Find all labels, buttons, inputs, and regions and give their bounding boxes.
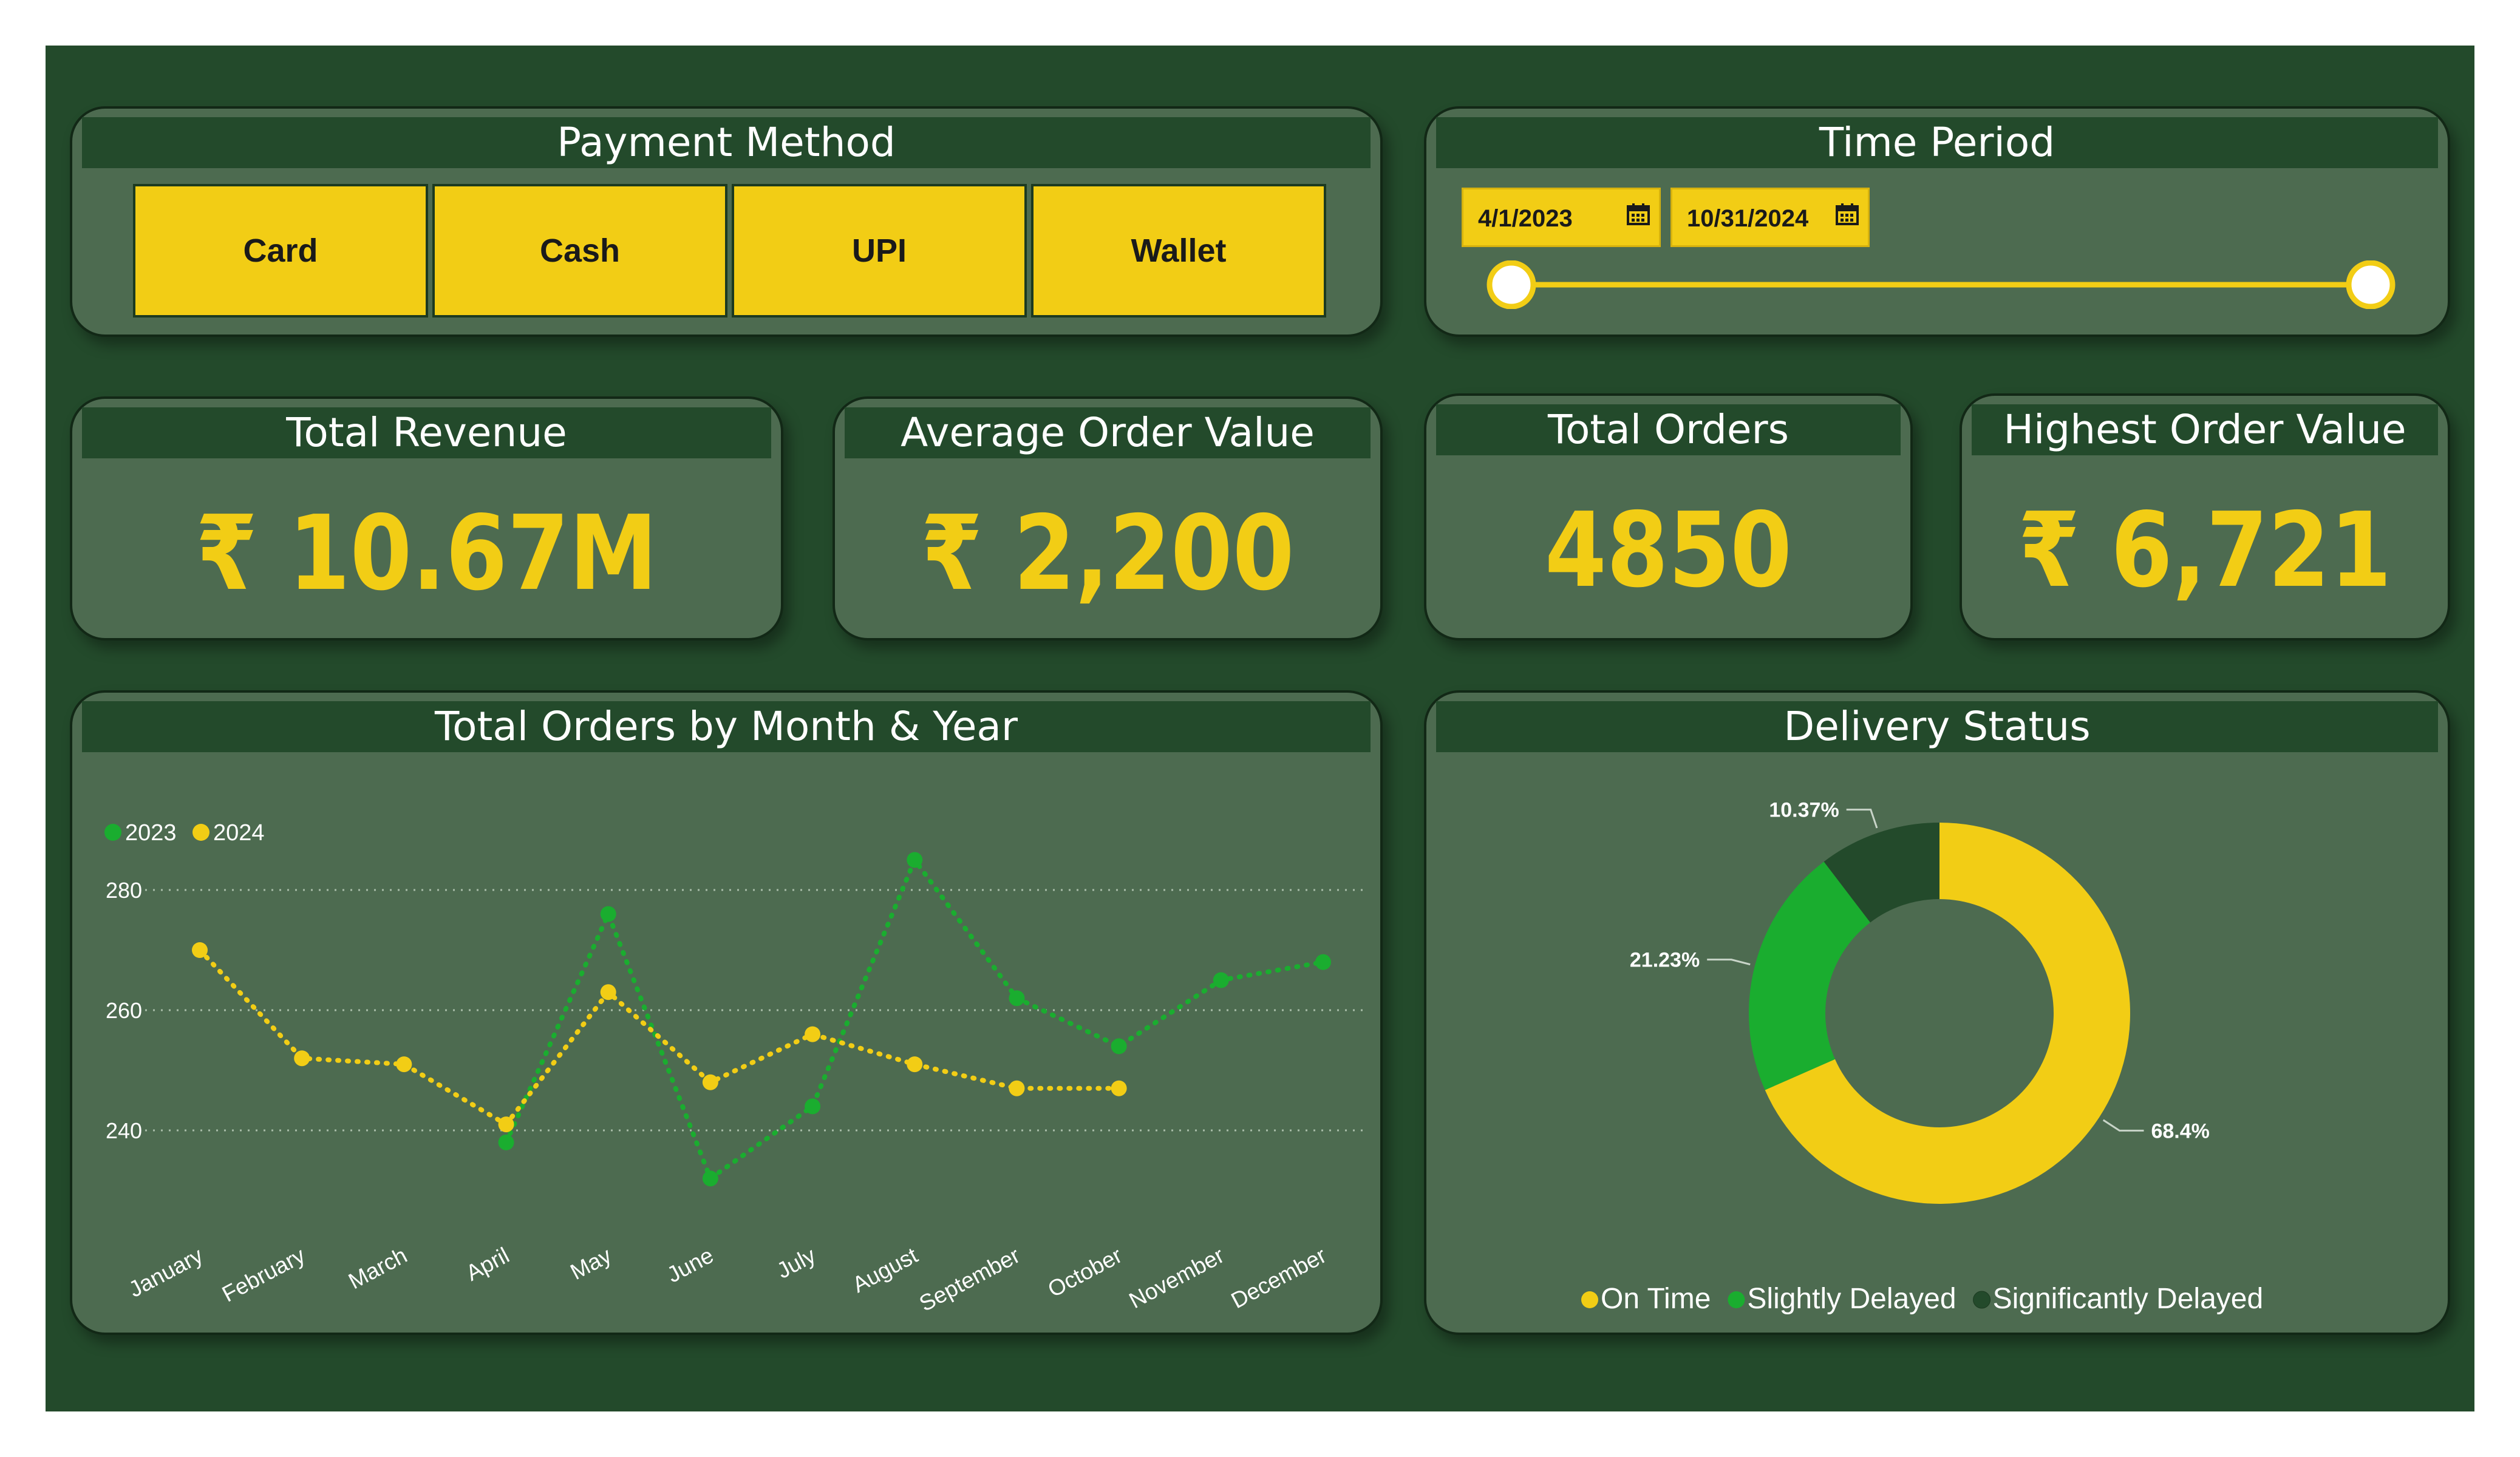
data-point[interactable]	[1213, 972, 1229, 988]
legend-item-2023[interactable]: 2023	[104, 820, 177, 846]
donut-chart: 68.4% 21.23% 10.37% On Time Slightly Delayed…	[1581, 799, 2263, 1315]
legend-item-2024[interactable]: 2024	[192, 820, 265, 846]
total-revenue-card: Total Revenue ₹ 10.67M	[70, 396, 783, 640]
y-tick-label: 280	[106, 878, 142, 903]
payment-option-cash-label: Cash	[539, 233, 621, 269]
time-period-card: Time Period 4/1/2023 10/31/2024	[1424, 106, 2450, 337]
series-line-2024	[197, 948, 1122, 1128]
payment-option-card-label: Card	[243, 233, 318, 269]
legend-label: On Time	[1601, 1283, 1711, 1315]
average-order-value-card: Average Order Value ₹ 2,200	[833, 396, 1383, 640]
end-date-value: 10/31/2024	[1687, 205, 1809, 232]
x-tick-label: February	[218, 1243, 309, 1307]
time-period-title: Time Period	[1436, 117, 2438, 168]
x-tick-label: May	[567, 1243, 616, 1285]
data-point[interactable]	[907, 852, 923, 868]
x-tick-label: March	[344, 1243, 411, 1294]
data-point[interactable]	[702, 1074, 718, 1090]
data-point[interactable]	[396, 1056, 412, 1073]
data-point[interactable]	[600, 906, 616, 922]
legend-marker	[1973, 1291, 1991, 1309]
slider-end-handle[interactable]	[2346, 260, 2396, 309]
data-point[interactable]	[294, 1050, 310, 1067]
legend-item[interactable]: Significantly Delayed	[1973, 1283, 2264, 1315]
series-line-2023	[503, 855, 1326, 1183]
data-label: 68.4%	[2151, 1119, 2209, 1143]
highest-order-value-card: Highest Order Value ₹ 6,721	[1960, 393, 2450, 640]
delivery-status-card: Delivery Status 68.4% 21.23% 10.37% On Time…	[1424, 690, 2450, 1335]
legend-marker	[1728, 1291, 1745, 1308]
data-point[interactable]	[498, 1134, 514, 1150]
data-point[interactable]	[600, 984, 616, 1000]
payment-option-wallet[interactable]: Wallet	[1031, 184, 1326, 318]
legend-marker	[1581, 1291, 1598, 1308]
legend-item[interactable]: Slightly Delayed	[1728, 1283, 1956, 1315]
payment-option-cash[interactable]: Cash	[432, 184, 727, 318]
data-label: 21.23%	[1630, 949, 1700, 972]
payment-option-wallet-label: Wallet	[1131, 233, 1227, 269]
donut-legend: On Time Slightly Delayed Significantly Del…	[1581, 1283, 2263, 1315]
data-point[interactable]	[805, 1098, 821, 1115]
start-date-value: 4/1/2023	[1478, 205, 1573, 232]
data-point[interactable]	[498, 1116, 514, 1133]
payment-option-upi-label: UPI	[851, 233, 907, 269]
payment-method-card: Payment Method Card Cash UPI Wallet	[70, 106, 1383, 337]
legend-label: Slightly Delayed	[1747, 1283, 1956, 1315]
data-label: 10.37%	[1769, 799, 1839, 822]
x-tick-label: August	[848, 1243, 922, 1298]
x-tick-label: November	[1125, 1243, 1228, 1313]
average-order-value-title: Average Order Value	[845, 407, 1371, 458]
average-order-value-value: ₹ 2,200	[921, 494, 1295, 614]
x-tick-label: July	[772, 1243, 820, 1283]
x-tick-label: April	[462, 1243, 514, 1286]
x-tick-label: October	[1044, 1243, 1126, 1302]
data-point[interactable]	[1009, 990, 1025, 1007]
total-revenue-title: Total Revenue	[82, 407, 771, 458]
calendar-icon[interactable]	[1626, 203, 1650, 226]
calendar-icon[interactable]	[1835, 203, 1859, 226]
legend-marker	[192, 824, 209, 841]
data-point[interactable]	[1111, 1080, 1127, 1096]
legend-label: 2024	[213, 820, 265, 846]
highest-order-value-title: Highest Order Value	[1972, 404, 2438, 455]
legend-marker	[104, 824, 121, 841]
x-tick-label: June	[663, 1243, 718, 1288]
y-tick-label: 240	[106, 1118, 142, 1143]
legend-label: 2023	[125, 820, 177, 846]
total-orders-card: Total Orders 4850	[1424, 393, 1913, 640]
data-point[interactable]	[805, 1026, 821, 1042]
end-date-input[interactable]: 10/31/2024	[1670, 188, 1870, 247]
data-point[interactable]	[1315, 954, 1331, 970]
dashboard-canvas: Payment Method Card Cash UPI Wallet Time…	[46, 46, 2474, 1411]
payment-option-upi[interactable]: UPI	[732, 184, 1027, 318]
y-tick-label: 260	[106, 998, 142, 1023]
x-tick-label: December	[1227, 1243, 1330, 1313]
data-point[interactable]	[907, 1056, 923, 1073]
data-point[interactable]	[1009, 1080, 1025, 1096]
total-orders-title: Total Orders	[1436, 404, 1901, 455]
leader-line	[2102, 1119, 2144, 1132]
data-point[interactable]	[1111, 1038, 1127, 1055]
payment-option-card[interactable]: Card	[133, 184, 428, 318]
total-orders-value: 4850	[1545, 491, 1792, 611]
leader-line	[1707, 959, 1751, 966]
highest-order-value-value: ₹ 6,721	[2018, 491, 2392, 611]
data-point[interactable]	[192, 942, 208, 958]
x-tick-label: January	[124, 1243, 207, 1302]
slider-start-handle[interactable]	[1486, 260, 1536, 309]
total-revenue-value: ₹ 10.67M	[196, 494, 658, 614]
orders-by-month-card: Total Orders by Month & Year 2023 2024 240…	[70, 690, 1383, 1335]
line-chart: 2023 2024 240 260 280 January February March Apr…	[104, 820, 1366, 1316]
start-date-input[interactable]: 4/1/2023	[1462, 188, 1661, 247]
legend-label: Significantly Delayed	[1993, 1283, 2264, 1315]
x-tick-label: September	[915, 1243, 1024, 1316]
date-range-slider[interactable]	[1481, 260, 2404, 309]
data-point[interactable]	[702, 1170, 718, 1187]
leader-line	[1846, 809, 1878, 829]
legend-item[interactable]: On Time	[1581, 1283, 1711, 1315]
payment-method-title: Payment Method	[82, 117, 1371, 168]
